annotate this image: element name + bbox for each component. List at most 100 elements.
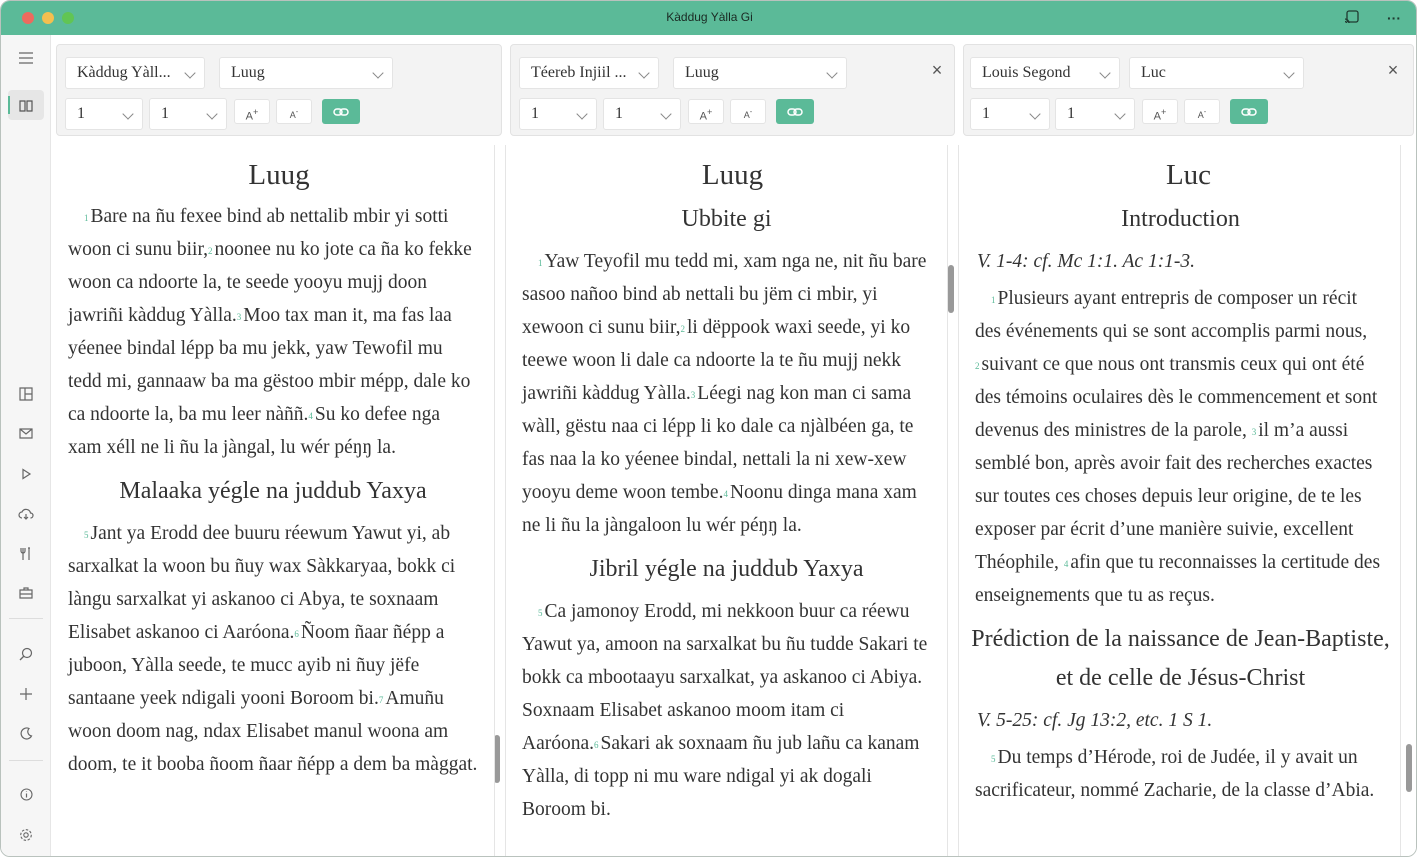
pane-divider <box>958 145 959 856</box>
pane-content: Luc Introduction V. 1-4: cf. Mc 1:1. Ac 1… <box>959 145 1416 856</box>
verse-number[interactable]: 1 <box>84 213 89 223</box>
pane-content: Luug 1 Bare na ñu fexee bind ab nettalib … <box>52 145 506 856</box>
chevron-down-icon <box>122 108 134 120</box>
menu-icon[interactable] <box>8 42 44 72</box>
verse-number[interactable]: 2 <box>975 361 980 371</box>
cloud-download-icon[interactable] <box>8 498 44 528</box>
verse-text: Plusieurs ayant entrepris de composer un… <box>975 288 1368 342</box>
verse-number[interactable]: 1 <box>538 258 543 268</box>
scrollbar[interactable] <box>948 265 954 313</box>
more-options-icon[interactable]: ··· <box>1385 9 1403 27</box>
verse-number[interactable]: 7 <box>379 695 384 705</box>
chevron-down-icon <box>660 108 672 120</box>
section-heading: Prédiction de la naissance de Jean-Bapti… <box>971 626 1390 691</box>
verse-number[interactable]: 6 <box>594 740 599 750</box>
pane-controls: Téereb Injiil ... Luug × 1 1 A+ A- <box>510 44 955 136</box>
book-select[interactable]: Luc <box>1129 57 1304 89</box>
chevron-down-icon <box>1099 67 1111 79</box>
mail-icon[interactable] <box>8 418 44 448</box>
version-select[interactable]: Louis Segond <box>970 57 1120 89</box>
link-icon <box>787 108 803 116</box>
reading-pane-1: Kàddug Yàll... Luug 1 1 A+ A- Luug 1 Bare… <box>52 35 506 856</box>
chevron-down-icon <box>184 67 196 79</box>
pane-controls: Louis Segond Luc × 1 1 A+ A- <box>963 44 1414 136</box>
app-window: Kàddug Yàlla Gi ··· Kàddug Yàll... Luug … <box>0 0 1417 857</box>
verse-number[interactable]: 2 <box>680 324 685 334</box>
chevron-down-icon <box>206 108 218 120</box>
chevron-down-icon <box>1029 108 1041 120</box>
verse-number[interactable]: 3 <box>1252 427 1257 437</box>
font-decrease-button[interactable]: A- <box>1184 99 1220 124</box>
book-title: Luc <box>1165 159 1212 191</box>
pane-divider <box>494 145 495 856</box>
verse-number[interactable]: 4 <box>723 489 728 499</box>
close-pane-icon[interactable]: × <box>929 61 945 79</box>
font-decrease-button[interactable]: A- <box>730 99 766 124</box>
book-icon[interactable] <box>8 90 44 120</box>
moon-icon[interactable] <box>8 718 44 748</box>
verse-number[interactable]: 2 <box>208 246 213 256</box>
verse-number[interactable]: 4 <box>1064 559 1069 569</box>
verse-select[interactable]: 1 <box>603 98 681 130</box>
compare-icon[interactable] <box>8 378 44 408</box>
chapter-select[interactable]: 1 <box>519 98 597 130</box>
chapter-select[interactable]: 1 <box>65 98 143 130</box>
pane-content: Luug Ubbite gi 1 Yaw Teyofil mu tedd mi, x… <box>506 145 959 856</box>
paragraph: 5 Jant ya Erodd dee buuru réewum Yawut yi… <box>52 517 494 781</box>
link-button[interactable] <box>322 99 360 124</box>
verse-number[interactable]: 6 <box>294 629 299 639</box>
verse-number[interactable]: 5 <box>991 754 996 764</box>
book-select[interactable]: Luug <box>673 57 847 89</box>
paragraph: 5 Ca jamonoy Erodd, mi nekkoon buur ca ré… <box>506 595 947 826</box>
font-increase-button[interactable]: A+ <box>1142 99 1178 124</box>
cast-icon[interactable] <box>1343 9 1361 27</box>
text-blocks: Ubbite gi 1 Yaw Teyofil mu tedd mi, xam ng… <box>506 200 959 826</box>
font-increase-button[interactable]: A+ <box>688 99 724 124</box>
pane-divider <box>1400 145 1401 856</box>
sidebar-divider <box>9 760 43 761</box>
chapter-select[interactable]: 1 <box>970 98 1050 130</box>
cross-reference: V. 1-4: cf. Mc 1:1. Ac 1:1-3. <box>977 251 1196 272</box>
verse-text: Du temps d’Hérode, roi de Judée, il y av… <box>975 747 1375 801</box>
book-select[interactable]: Luug <box>219 57 393 89</box>
verse-text: il m’a aussi semblé bon, après avoir fai… <box>975 420 1373 573</box>
pane-controls: Kàddug Yàll... Luug 1 1 A+ A- <box>56 44 502 136</box>
book-title: Luug <box>701 159 764 191</box>
verse-select[interactable]: 1 <box>149 98 227 130</box>
info-icon[interactable] <box>8 779 44 809</box>
sidebar <box>1 35 51 856</box>
text-blocks: Introduction V. 1-4: cf. Mc 1:1. Ac 1:1-3… <box>959 200 1416 807</box>
link-icon <box>333 108 349 116</box>
search-icon[interactable] <box>8 638 44 668</box>
section-heading: Introduction <box>1121 206 1240 232</box>
version-select[interactable]: Téereb Injiil ... <box>519 57 659 89</box>
settings-icon[interactable] <box>8 819 44 849</box>
close-pane-icon[interactable]: × <box>1385 61 1401 79</box>
paragraph: 1 Bare na ñu fexee bind ab nettalib mbir … <box>52 200 494 464</box>
link-button[interactable] <box>1230 99 1268 124</box>
verse-number[interactable]: 1 <box>991 295 996 305</box>
verse-select[interactable]: 1 <box>1055 98 1135 130</box>
verse-number[interactable]: 3 <box>691 390 696 400</box>
chevron-down-icon <box>638 67 650 79</box>
font-decrease-button[interactable]: A- <box>276 99 312 124</box>
verse-number[interactable]: 5 <box>538 608 543 618</box>
tools-icon[interactable] <box>8 538 44 568</box>
paragraph: 5 Du temps d’Hérode, roi de Judée, il y a… <box>959 741 1402 807</box>
book-title: Luug <box>248 159 310 191</box>
verse-number[interactable]: 4 <box>308 411 313 421</box>
play-icon[interactable] <box>8 458 44 488</box>
section-heading: Ubbite gi <box>681 206 772 232</box>
verse-text: Ca jamonoy Erodd, mi nekkoon buur ca rée… <box>522 601 928 754</box>
verse-number[interactable]: 5 <box>84 530 89 540</box>
link-button[interactable] <box>776 99 814 124</box>
chevron-down-icon <box>372 67 384 79</box>
briefcase-icon[interactable] <box>8 577 44 607</box>
plus-icon[interactable] <box>8 678 44 708</box>
font-increase-button[interactable]: A+ <box>234 99 270 124</box>
version-select[interactable]: Kàddug Yàll... <box>65 57 205 89</box>
chevron-down-icon <box>826 67 838 79</box>
verse-number[interactable]: 3 <box>237 312 242 322</box>
pane-divider <box>947 145 948 856</box>
scrollbar[interactable] <box>1406 744 1412 792</box>
